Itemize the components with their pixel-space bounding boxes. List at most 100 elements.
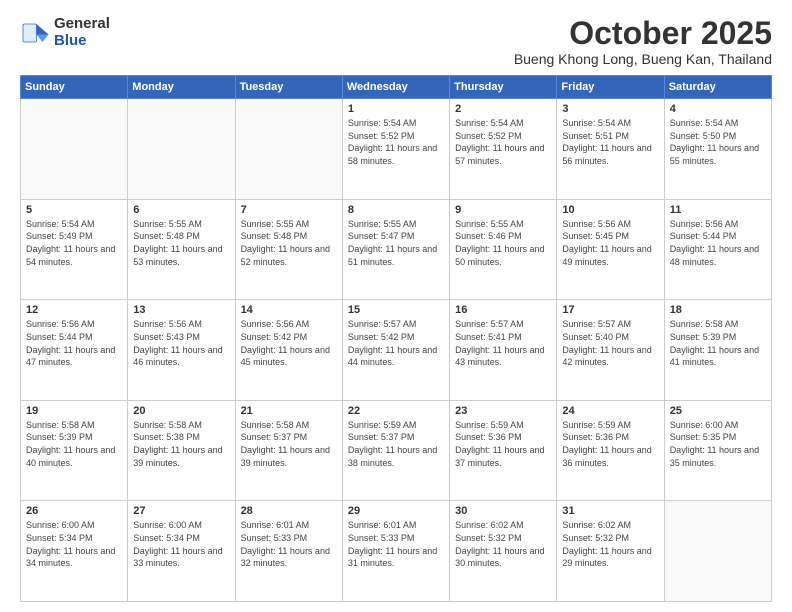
calendar-cell: 15 Sunrise: 5:57 AMSunset: 5:42 PMDaylig… — [342, 300, 449, 401]
day-number: 31 — [562, 505, 658, 517]
calendar-cell: 13 Sunrise: 5:56 AMSunset: 5:43 PMDaylig… — [128, 300, 235, 401]
calendar-cell: 29 Sunrise: 6:01 AMSunset: 5:33 PMDaylig… — [342, 501, 449, 602]
location-title: Bueng Khong Long, Bueng Kan, Thailand — [514, 51, 772, 67]
day-number: 1 — [348, 103, 444, 115]
day-info: Sunrise: 5:55 AMSunset: 5:48 PMDaylight:… — [133, 219, 222, 267]
calendar-cell — [664, 501, 771, 602]
day-number: 20 — [133, 405, 229, 417]
day-number: 18 — [670, 304, 766, 316]
day-info: Sunrise: 5:55 AMSunset: 5:46 PMDaylight:… — [455, 219, 544, 267]
day-info: Sunrise: 5:56 AMSunset: 5:42 PMDaylight:… — [241, 319, 330, 367]
day-info: Sunrise: 6:01 AMSunset: 5:33 PMDaylight:… — [241, 520, 330, 568]
week-row-1: 1 Sunrise: 5:54 AMSunset: 5:52 PMDayligh… — [21, 99, 772, 200]
day-info: Sunrise: 6:00 AMSunset: 5:34 PMDaylight:… — [26, 520, 115, 568]
day-info: Sunrise: 5:54 AMSunset: 5:52 PMDaylight:… — [455, 118, 544, 166]
calendar-body: 1 Sunrise: 5:54 AMSunset: 5:52 PMDayligh… — [21, 99, 772, 602]
day-number: 28 — [241, 505, 337, 517]
day-info: Sunrise: 6:00 AMSunset: 5:34 PMDaylight:… — [133, 520, 222, 568]
day-info: Sunrise: 5:58 AMSunset: 5:38 PMDaylight:… — [133, 420, 222, 468]
calendar-cell — [21, 99, 128, 200]
calendar-cell: 10 Sunrise: 5:56 AMSunset: 5:45 PMDaylig… — [557, 199, 664, 300]
weekday-header-saturday: Saturday — [664, 76, 771, 99]
week-row-3: 12 Sunrise: 5:56 AMSunset: 5:44 PMDaylig… — [21, 300, 772, 401]
day-number: 30 — [455, 505, 551, 517]
calendar-cell: 20 Sunrise: 5:58 AMSunset: 5:38 PMDaylig… — [128, 400, 235, 501]
month-title: October 2025 — [514, 16, 772, 51]
day-info: Sunrise: 5:58 AMSunset: 5:39 PMDaylight:… — [26, 420, 115, 468]
day-number: 21 — [241, 405, 337, 417]
calendar-cell: 7 Sunrise: 5:55 AMSunset: 5:48 PMDayligh… — [235, 199, 342, 300]
day-number: 24 — [562, 405, 658, 417]
weekday-header-tuesday: Tuesday — [235, 76, 342, 99]
day-number: 2 — [455, 103, 551, 115]
day-number: 3 — [562, 103, 658, 115]
day-info: Sunrise: 5:56 AMSunset: 5:44 PMDaylight:… — [26, 319, 115, 367]
calendar-cell: 23 Sunrise: 5:59 AMSunset: 5:36 PMDaylig… — [450, 400, 557, 501]
day-info: Sunrise: 5:59 AMSunset: 5:36 PMDaylight:… — [455, 420, 544, 468]
calendar-cell: 26 Sunrise: 6:00 AMSunset: 5:34 PMDaylig… — [21, 501, 128, 602]
day-info: Sunrise: 6:02 AMSunset: 5:32 PMDaylight:… — [562, 520, 651, 568]
calendar-cell: 19 Sunrise: 5:58 AMSunset: 5:39 PMDaylig… — [21, 400, 128, 501]
day-number: 6 — [133, 204, 229, 216]
week-row-2: 5 Sunrise: 5:54 AMSunset: 5:49 PMDayligh… — [21, 199, 772, 300]
week-row-4: 19 Sunrise: 5:58 AMSunset: 5:39 PMDaylig… — [21, 400, 772, 501]
day-info: Sunrise: 6:01 AMSunset: 5:33 PMDaylight:… — [348, 520, 437, 568]
calendar-cell: 17 Sunrise: 5:57 AMSunset: 5:40 PMDaylig… — [557, 300, 664, 401]
day-info: Sunrise: 5:57 AMSunset: 5:40 PMDaylight:… — [562, 319, 651, 367]
day-info: Sunrise: 5:54 AMSunset: 5:49 PMDaylight:… — [26, 219, 115, 267]
calendar-cell: 16 Sunrise: 5:57 AMSunset: 5:41 PMDaylig… — [450, 300, 557, 401]
logo-blue: Blue — [54, 33, 110, 50]
day-number: 25 — [670, 405, 766, 417]
day-info: Sunrise: 5:54 AMSunset: 5:50 PMDaylight:… — [670, 118, 759, 166]
day-number: 23 — [455, 405, 551, 417]
day-number: 7 — [241, 204, 337, 216]
calendar-cell — [128, 99, 235, 200]
calendar-cell: 4 Sunrise: 5:54 AMSunset: 5:50 PMDayligh… — [664, 99, 771, 200]
header: General Blue October 2025 Bueng Khong Lo… — [20, 16, 772, 67]
calendar-cell: 11 Sunrise: 5:56 AMSunset: 5:44 PMDaylig… — [664, 199, 771, 300]
weekday-header-monday: Monday — [128, 76, 235, 99]
day-info: Sunrise: 5:56 AMSunset: 5:45 PMDaylight:… — [562, 219, 651, 267]
calendar-cell: 1 Sunrise: 5:54 AMSunset: 5:52 PMDayligh… — [342, 99, 449, 200]
calendar-cell: 27 Sunrise: 6:00 AMSunset: 5:34 PMDaylig… — [128, 501, 235, 602]
day-info: Sunrise: 6:00 AMSunset: 5:35 PMDaylight:… — [670, 420, 759, 468]
day-number: 16 — [455, 304, 551, 316]
calendar-cell: 22 Sunrise: 5:59 AMSunset: 5:37 PMDaylig… — [342, 400, 449, 501]
day-info: Sunrise: 5:59 AMSunset: 5:36 PMDaylight:… — [562, 420, 651, 468]
weekday-header-thursday: Thursday — [450, 76, 557, 99]
calendar-cell: 12 Sunrise: 5:56 AMSunset: 5:44 PMDaylig… — [21, 300, 128, 401]
calendar-cell: 9 Sunrise: 5:55 AMSunset: 5:46 PMDayligh… — [450, 199, 557, 300]
logo-icon — [20, 18, 50, 48]
calendar-cell: 28 Sunrise: 6:01 AMSunset: 5:33 PMDaylig… — [235, 501, 342, 602]
day-number: 29 — [348, 505, 444, 517]
calendar-cell: 14 Sunrise: 5:56 AMSunset: 5:42 PMDaylig… — [235, 300, 342, 401]
day-info: Sunrise: 5:55 AMSunset: 5:48 PMDaylight:… — [241, 219, 330, 267]
day-info: Sunrise: 5:59 AMSunset: 5:37 PMDaylight:… — [348, 420, 437, 468]
day-info: Sunrise: 5:57 AMSunset: 5:42 PMDaylight:… — [348, 319, 437, 367]
day-number: 22 — [348, 405, 444, 417]
logo-general: General — [54, 16, 110, 33]
calendar-cell: 6 Sunrise: 5:55 AMSunset: 5:48 PMDayligh… — [128, 199, 235, 300]
day-info: Sunrise: 6:02 AMSunset: 5:32 PMDaylight:… — [455, 520, 544, 568]
day-number: 12 — [26, 304, 122, 316]
day-number: 10 — [562, 204, 658, 216]
day-number: 4 — [670, 103, 766, 115]
weekday-header: SundayMondayTuesdayWednesdayThursdayFrid… — [21, 76, 772, 99]
title-block: October 2025 Bueng Khong Long, Bueng Kan… — [514, 16, 772, 67]
day-number: 9 — [455, 204, 551, 216]
day-info: Sunrise: 5:56 AMSunset: 5:43 PMDaylight:… — [133, 319, 222, 367]
logo: General Blue — [20, 16, 110, 49]
day-info: Sunrise: 5:58 AMSunset: 5:37 PMDaylight:… — [241, 420, 330, 468]
calendar-table: SundayMondayTuesdayWednesdayThursdayFrid… — [20, 75, 772, 602]
logo-text: General Blue — [54, 16, 110, 49]
day-info: Sunrise: 5:54 AMSunset: 5:52 PMDaylight:… — [348, 118, 437, 166]
weekday-header-wednesday: Wednesday — [342, 76, 449, 99]
calendar-cell: 31 Sunrise: 6:02 AMSunset: 5:32 PMDaylig… — [557, 501, 664, 602]
week-row-5: 26 Sunrise: 6:00 AMSunset: 5:34 PMDaylig… — [21, 501, 772, 602]
calendar-cell: 2 Sunrise: 5:54 AMSunset: 5:52 PMDayligh… — [450, 99, 557, 200]
page: General Blue October 2025 Bueng Khong Lo… — [0, 0, 792, 612]
calendar-cell: 30 Sunrise: 6:02 AMSunset: 5:32 PMDaylig… — [450, 501, 557, 602]
day-number: 27 — [133, 505, 229, 517]
day-info: Sunrise: 5:58 AMSunset: 5:39 PMDaylight:… — [670, 319, 759, 367]
calendar-cell: 21 Sunrise: 5:58 AMSunset: 5:37 PMDaylig… — [235, 400, 342, 501]
